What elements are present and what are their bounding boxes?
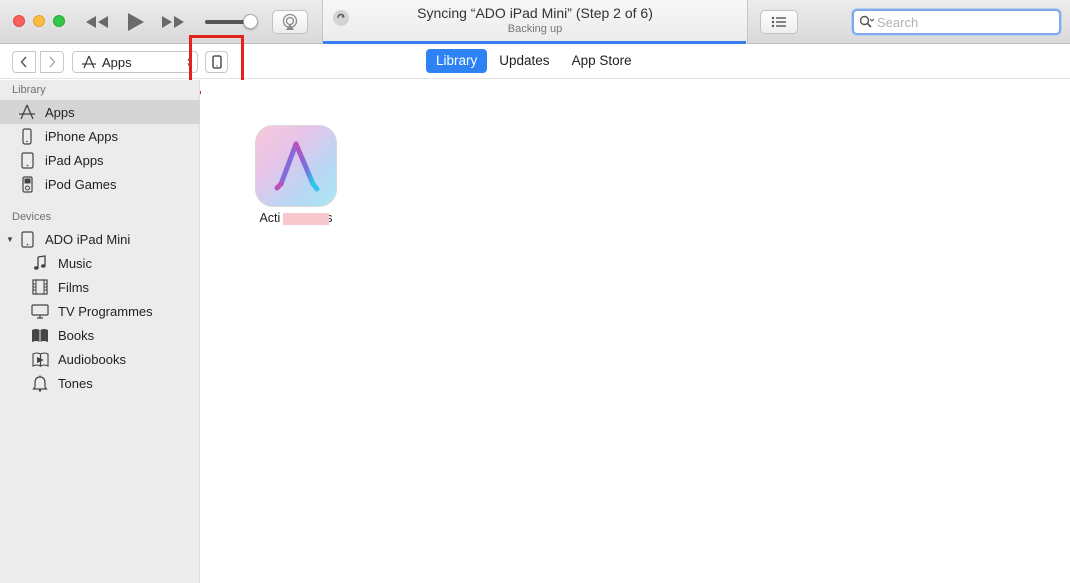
media-kind-selector[interactable]: Apps ▴ ▾	[72, 51, 198, 73]
iphone-icon	[17, 126, 37, 146]
rewind-button[interactable]	[82, 8, 112, 36]
volume-knob[interactable]	[242, 14, 258, 29]
tv-icon	[30, 301, 50, 321]
close-window-button[interactable]	[13, 15, 25, 27]
chevron-right-icon	[49, 56, 56, 68]
sidebar-item-device[interactable]: ▼ ADO iPad Mini	[0, 227, 200, 251]
media-kind-label: Apps	[102, 54, 132, 70]
zoom-window-button[interactable]	[53, 15, 65, 27]
minimize-window-button[interactable]	[33, 15, 45, 27]
sidebar-item-iphone-apps[interactable]: iPhone Apps	[0, 124, 200, 148]
sidebar-item-tones[interactable]: Tones	[0, 371, 200, 395]
sidebar-item-tv-programmes[interactable]: TV Programmes	[0, 299, 200, 323]
back-button[interactable]	[12, 51, 36, 73]
ipad-icon	[17, 150, 37, 170]
sidebar-item-books[interactable]: Books	[0, 323, 200, 347]
ipad-icon	[17, 229, 37, 249]
rewind-icon	[86, 16, 108, 28]
sidebar-item-label: Audiobooks	[58, 351, 126, 367]
search-input[interactable]	[877, 14, 1047, 30]
sidebar-item-label: iPhone Apps	[45, 128, 119, 144]
devices-section-header: Devices	[12, 211, 52, 223]
sidebar-item-label: Films	[58, 279, 90, 295]
sidebar: Library Apps iPhone Apps iPad Apps iPod …	[0, 80, 200, 583]
fast-forward-button[interactable]	[158, 8, 188, 36]
sidebar-item-films[interactable]: Films	[0, 275, 200, 299]
sidebar-item-label: TV Programmes	[58, 303, 153, 319]
library-section-header: Library	[12, 84, 46, 96]
app-store-icon	[271, 141, 321, 192]
tab-library[interactable]: Library	[426, 49, 488, 73]
fast-forward-icon	[162, 16, 184, 28]
main-content: Acti s	[201, 80, 1070, 583]
apps-icon	[17, 102, 37, 122]
sync-status-title: Syncing “ADO iPad Mini” (Step 2 of 6)	[417, 5, 653, 21]
sidebar-item-label: Books	[58, 327, 95, 343]
title-bar: Syncing “ADO iPad Mini” (Step 2 of 6) Ba…	[0, 0, 1070, 44]
ipod-icon	[17, 174, 37, 194]
music-note-icon	[30, 253, 50, 273]
film-icon	[30, 277, 50, 297]
audiobook-icon	[30, 349, 50, 369]
chevron-left-icon	[20, 56, 27, 68]
sidebar-item-music[interactable]: Music	[0, 251, 200, 275]
sync-status-subtitle: Backing up	[507, 23, 563, 35]
sidebar-item-ipad-apps[interactable]: iPad Apps	[0, 148, 200, 172]
sidebar-item-ipod-games[interactable]: iPod Games	[0, 172, 200, 196]
sidebar-item-audiobooks[interactable]: Audiobooks	[0, 347, 200, 371]
play-button[interactable]	[120, 8, 150, 36]
content-tabs: Library Updates App Store	[426, 49, 644, 73]
tab-app-store[interactable]: App Store	[562, 49, 642, 73]
play-icon	[128, 13, 144, 31]
tab-updates[interactable]: Updates	[489, 49, 559, 73]
list-icon	[771, 16, 786, 28]
sidebar-item-label: Tones	[58, 375, 93, 391]
forward-button[interactable]	[40, 51, 64, 73]
book-icon	[30, 325, 50, 345]
airplay-icon	[282, 13, 298, 30]
disclosure-triangle-icon[interactable]: ▼	[5, 235, 15, 244]
redaction-overlay	[283, 213, 329, 225]
apps-icon	[82, 55, 96, 69]
sidebar-item-label: iPad Apps	[45, 152, 104, 168]
app-tile[interactable]	[255, 125, 337, 207]
sidebar-item-label: Apps	[45, 104, 75, 120]
search-icon	[859, 15, 875, 28]
bell-icon	[30, 373, 50, 393]
sidebar-item-label: Music	[58, 255, 92, 271]
volume-slider[interactable]	[205, 14, 258, 29]
up-next-button[interactable]	[760, 10, 798, 34]
device-name: ADO iPad Mini	[45, 231, 131, 247]
airplay-button[interactable]	[272, 10, 308, 34]
sidebar-item-label: iPod Games	[45, 176, 117, 192]
status-display: Syncing “ADO iPad Mini” (Step 2 of 6) Ba…	[322, 0, 748, 44]
search-field[interactable]	[852, 9, 1061, 35]
app-name-visible: Acti	[259, 211, 281, 225]
sidebar-item-apps[interactable]: Apps	[0, 100, 200, 124]
